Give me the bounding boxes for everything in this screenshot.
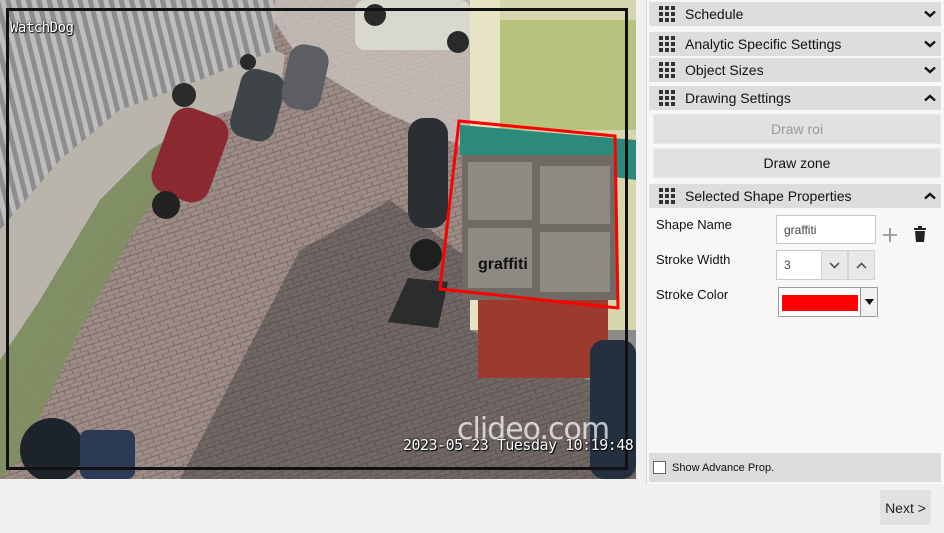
advanced-props-bar: Show Advance Prop. (649, 453, 941, 482)
grip-icon (659, 188, 675, 204)
camera-channel-label: WatchDog (10, 20, 74, 36)
section-title: Selected Shape Properties (685, 188, 852, 204)
chevron-down-icon (829, 261, 840, 269)
chevron-down-icon[interactable] (919, 10, 941, 18)
advanced-props-checkbox[interactable] (653, 461, 666, 474)
stroke-width-label: Stroke Width (656, 252, 731, 267)
section-drawing-header[interactable]: Drawing Settings (649, 86, 941, 110)
draw-zone-button[interactable]: Draw zone (653, 148, 941, 178)
section-schedule-header[interactable]: Schedule (649, 2, 941, 26)
camera-view[interactable]: WatchDog graffiti clideo.com 2023-05-23 … (0, 0, 636, 479)
chevron-down-icon[interactable] (919, 40, 941, 48)
stroke-color-label: Stroke Color (656, 287, 729, 302)
section-title: Analytic Specific Settings (685, 36, 842, 52)
stroke-width-increment[interactable] (848, 250, 875, 280)
stroke-width-input[interactable]: 3 (776, 250, 822, 280)
grip-icon (659, 62, 675, 78)
stroke-color-picker[interactable] (778, 287, 878, 317)
grip-icon (659, 90, 675, 106)
chevron-down-icon[interactable] (919, 66, 941, 74)
stroke-width-decrement[interactable] (821, 250, 848, 280)
draw-roi-button[interactable]: Draw roi (653, 114, 941, 144)
chevron-up-icon[interactable] (919, 192, 941, 200)
section-title: Drawing Settings (685, 90, 791, 106)
trash-icon[interactable] (911, 225, 929, 243)
shape-name-label: Shape Name (656, 217, 732, 232)
advanced-props-label[interactable]: Show Advance Prop. (672, 462, 774, 474)
grip-icon (659, 6, 675, 22)
next-button[interactable]: Next > (880, 490, 931, 525)
settings-panel: Schedule Analytic Specific Settings Obje… (646, 0, 944, 484)
shape-name-input[interactable] (776, 215, 876, 244)
grip-icon (659, 36, 675, 52)
color-swatch (782, 295, 858, 311)
section-title: Schedule (685, 6, 744, 22)
section-selected-shape-header[interactable]: Selected Shape Properties (649, 184, 941, 208)
section-title: Object Sizes (685, 62, 764, 78)
chevron-up-icon[interactable] (919, 94, 941, 102)
plus-icon[interactable] (881, 226, 899, 244)
camera-timestamp: 2023-05-23 Tuesday 10:19:48 (403, 436, 634, 454)
section-object-sizes-header[interactable]: Object Sizes (649, 58, 941, 82)
chevron-up-icon (856, 261, 867, 269)
caret-down-icon[interactable] (860, 288, 877, 316)
roi-frame (6, 8, 628, 470)
section-analytic-header[interactable]: Analytic Specific Settings (649, 32, 941, 56)
zone-name-label: graffiti (478, 256, 528, 273)
